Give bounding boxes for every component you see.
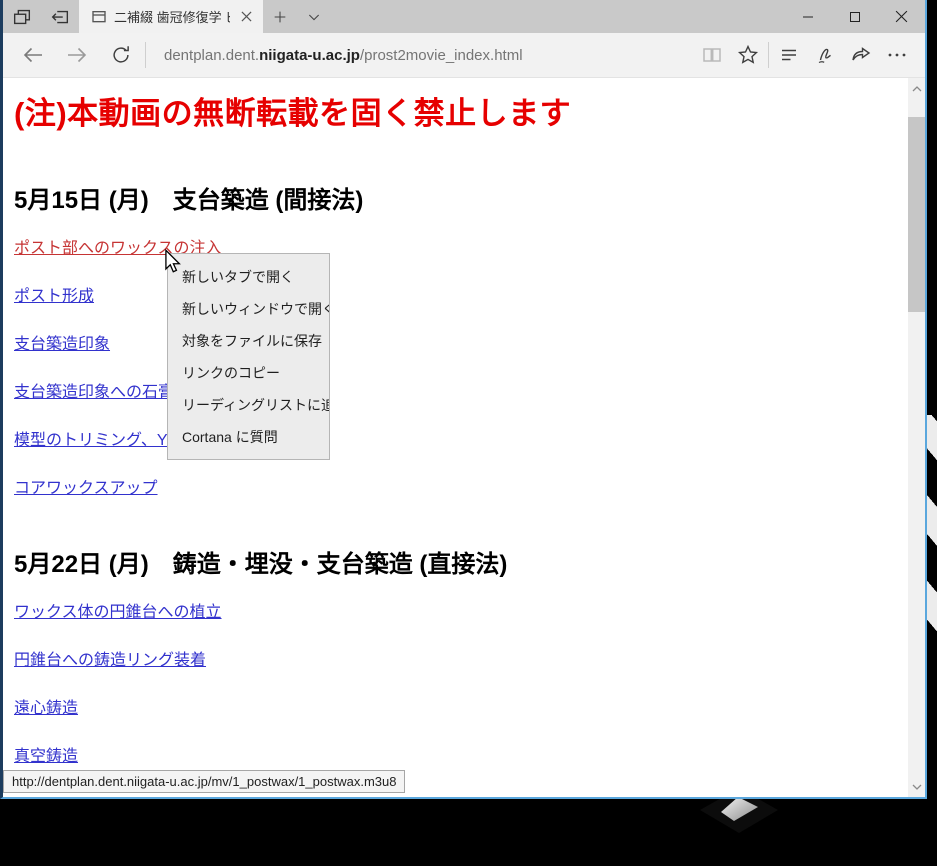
browser-tab[interactable]: 二補綴 歯冠修復学 ビデオ xyxy=(79,0,263,33)
forward-button[interactable] xyxy=(55,33,99,78)
divider xyxy=(768,42,769,68)
chevron-down-icon xyxy=(912,783,922,791)
add-favorite-button[interactable] xyxy=(730,33,766,78)
page-favicon xyxy=(91,9,107,25)
tab-preview-button[interactable] xyxy=(3,0,41,33)
mouse-cursor xyxy=(163,249,182,274)
vertical-scrollbar[interactable] xyxy=(908,78,925,797)
menu-item-save-target[interactable]: 対象をファイルに保存 xyxy=(168,325,329,357)
menu-item-add-reading-list[interactable]: リーディングリストに追加 xyxy=(168,389,329,421)
link-core-impression[interactable]: 支台築造印象 xyxy=(14,330,110,354)
divider xyxy=(145,42,146,68)
scroll-down-button[interactable] xyxy=(908,778,925,795)
url-domain: niigata-u.ac.jp xyxy=(259,47,360,64)
close-window-button[interactable] xyxy=(878,0,925,33)
minimize-button[interactable] xyxy=(784,0,831,33)
hub-button[interactable] xyxy=(771,33,807,78)
tab-bar: 二補綴 歯冠修復学 ビデオ xyxy=(3,0,925,33)
page-content: (注)本動画の無断転載を固く禁止します 5月15日 (月) 支台築造 (間接法)… xyxy=(3,78,925,797)
titlebar-drag-area xyxy=(331,0,784,33)
address-bar: dentplan.dent.niigata-u.ac.jp/prost2movi… xyxy=(3,33,925,78)
section-heading-may15: 5月15日 (月) 支台築造 (間接法) xyxy=(14,180,363,215)
share-arrow-icon xyxy=(849,43,873,67)
tab-close-button[interactable] xyxy=(237,8,255,26)
desktop-background-stripes xyxy=(926,415,937,665)
url-prefix: dentplan.dent. xyxy=(164,47,259,64)
book-icon xyxy=(700,43,724,67)
menu-item-open-new-window[interactable]: 新しいウィンドウで開く xyxy=(168,293,329,325)
tabs-set-aside-button[interactable] xyxy=(41,0,79,33)
chevron-down-icon xyxy=(306,9,322,25)
link-core-impression-gypsum[interactable]: 支台築造印象への石膏 xyxy=(14,378,174,402)
new-tab-button[interactable] xyxy=(263,0,297,33)
refresh-icon xyxy=(110,44,132,66)
show-tab-previews-button[interactable] xyxy=(297,0,331,33)
ink-pen-icon xyxy=(813,43,837,67)
link-core-wax-up[interactable]: コアワックスアップ xyxy=(14,474,158,498)
tabs-set-aside-icon xyxy=(49,6,71,28)
link-post-formation[interactable]: ポスト形成 xyxy=(14,282,94,306)
share-button[interactable] xyxy=(843,33,879,78)
minimize-icon xyxy=(802,11,814,23)
link-model-trimming[interactable]: 模型のトリミング、Y xyxy=(14,426,168,450)
status-url-tooltip: http://dentplan.dent.niigata-u.ac.jp/mv/… xyxy=(3,770,405,793)
scroll-up-button[interactable] xyxy=(908,80,925,97)
link-casting-ring[interactable]: 円錐台への鋳造リング装着 xyxy=(14,646,206,670)
ellipsis-icon xyxy=(885,43,909,67)
link-partial-clipped[interactable]: メタルコアの試適 xyxy=(14,794,142,797)
web-note-button[interactable] xyxy=(807,33,843,78)
link-wax-cone-mounting[interactable]: ワックス体の円錐台への植立 xyxy=(14,598,222,622)
star-icon xyxy=(736,43,760,67)
url-field[interactable]: dentplan.dent.niigata-u.ac.jp/prost2movi… xyxy=(164,47,523,64)
close-icon xyxy=(895,10,908,23)
reading-view-button[interactable] xyxy=(694,33,730,78)
link-vacuum-casting[interactable]: 真空鋳造 xyxy=(14,742,78,766)
scrollbar-thumb[interactable] xyxy=(908,117,925,312)
link-centrifugal-casting[interactable]: 遠心鋳造 xyxy=(14,694,78,718)
maximize-button[interactable] xyxy=(831,0,878,33)
menu-item-open-new-tab[interactable]: 新しいタブで開く xyxy=(168,261,329,293)
forward-arrow-icon xyxy=(65,43,89,67)
menu-item-ask-cortana[interactable]: Cortana に質問 xyxy=(168,421,329,453)
context-menu: 新しいタブで開く 新しいウィンドウで開く 対象をファイルに保存 リンクのコピー … xyxy=(167,253,330,460)
back-button[interactable] xyxy=(11,33,55,78)
tab-preview-icon xyxy=(11,6,33,28)
close-icon xyxy=(241,11,252,22)
menu-item-copy-link[interactable]: リンクのコピー xyxy=(168,357,329,389)
plus-icon xyxy=(272,9,288,25)
browser-window: 二補綴 歯冠修復学 ビデオ xyxy=(0,0,927,799)
back-arrow-icon xyxy=(21,43,45,67)
tab-title: 二補綴 歯冠修復学 ビデオ xyxy=(114,7,230,26)
hub-lines-icon xyxy=(777,43,801,67)
url-path: /prost2movie_index.html xyxy=(360,47,523,64)
more-actions-button[interactable] xyxy=(879,33,915,78)
warning-heading: (注)本動画の無断転載を固く禁止します xyxy=(14,88,571,133)
chevron-up-icon xyxy=(912,85,922,93)
maximize-icon xyxy=(849,11,861,23)
section-heading-may22: 5月22日 (月) 鋳造・埋没・支台築造 (直接法) xyxy=(14,544,507,579)
refresh-button[interactable] xyxy=(99,33,143,78)
